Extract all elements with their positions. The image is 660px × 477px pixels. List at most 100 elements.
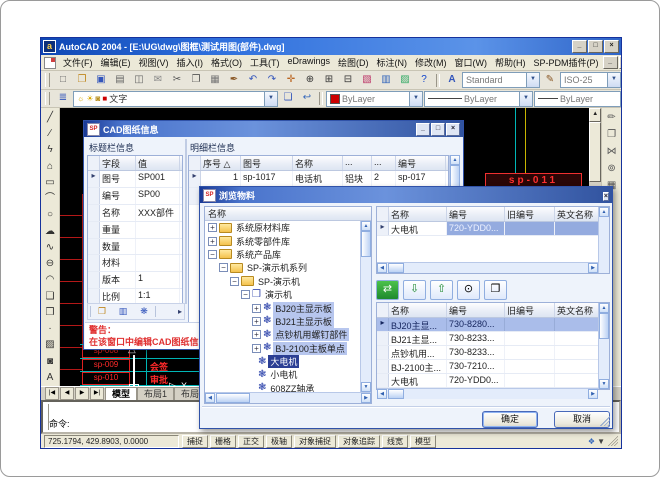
chevron-down-icon[interactable]: ▼: [519, 92, 532, 106]
column-header-5[interactable]: 编号: [396, 156, 446, 170]
expand-icon[interactable]: +: [208, 223, 217, 232]
zoom-realtime-icon[interactable]: ⊕: [301, 72, 319, 89]
tree-item-0[interactable]: +系统原材料库: [205, 221, 360, 234]
column-header-3[interactable]: 英文名称: [555, 303, 598, 317]
selected-table-vscrollbar[interactable]: ▲: [598, 207, 609, 273]
column-header-0[interactable]: 名称: [389, 303, 447, 317]
toggle-线宽[interactable]: 线宽: [382, 435, 408, 448]
field-row-4[interactable]: 数量: [88, 239, 182, 256]
plot-preview-icon[interactable]: ◫: [130, 72, 148, 89]
help-icon[interactable]: ?: [415, 72, 433, 89]
dim-style-combo[interactable]: ISO-25 ▼: [560, 72, 621, 88]
tab-布局1[interactable]: 布局1: [137, 387, 174, 400]
expand-icon[interactable]: +: [252, 344, 261, 353]
result-row-0[interactable]: ▸大电机720-YDD0...: [377, 222, 598, 236]
expand-icon[interactable]: +: [252, 304, 261, 313]
tree-item-6[interactable]: +❃BJ20主显示板: [205, 301, 360, 314]
mirror-icon[interactable]: ⋈: [603, 144, 621, 161]
layers-icon[interactable]: ≣: [54, 90, 72, 107]
rectangle-icon[interactable]: ▭: [41, 175, 59, 191]
expand-icon[interactable]: +: [252, 330, 261, 339]
lineweight-combo[interactable]: ByLayer: [534, 91, 621, 107]
pan-icon[interactable]: ✛: [282, 72, 300, 89]
chevron-down-icon[interactable]: ▼: [264, 92, 277, 106]
polyline-icon[interactable]: ϟ: [41, 142, 59, 158]
zoom-window-icon[interactable]: ⊞: [320, 72, 338, 89]
resize-grip[interactable]: [608, 436, 618, 446]
tree-item-10[interactable]: ❃大电机: [205, 355, 360, 368]
tab-模型[interactable]: 模型: [105, 387, 137, 400]
comm-center-icon[interactable]: ❖: [588, 437, 595, 446]
field-row-2[interactable]: 名称XXX部件: [88, 205, 182, 222]
maximize-button[interactable]: □: [588, 40, 603, 53]
circle-icon[interactable]: ○: [41, 207, 59, 223]
copy-object-icon[interactable]: ❐: [603, 127, 621, 144]
column-header-3[interactable]: 英文名称: [555, 207, 598, 221]
panel-splitter[interactable]: [185, 139, 187, 304]
designcenter-icon[interactable]: ▥: [377, 72, 395, 89]
tree-item-12[interactable]: ❃608ZZ轴承: [205, 382, 360, 392]
column-header-0[interactable]: 名称: [389, 207, 447, 221]
menu-item-4[interactable]: 格式(O): [207, 55, 246, 70]
tree-vscrollbar[interactable]: ▲ ▼: [360, 221, 371, 392]
search-button[interactable]: ⊙: [457, 280, 480, 300]
arc-icon[interactable]: ⌒: [41, 191, 59, 207]
menu-item-9[interactable]: 修改(M): [411, 55, 451, 70]
menu-item-8[interactable]: 标注(N): [373, 55, 412, 70]
tab-nav-1[interactable]: ◀: [60, 387, 74, 400]
ellipse-arc-icon[interactable]: ◠: [41, 272, 59, 288]
material-row-3[interactable]: BJ-2100主...730-7210...: [377, 360, 598, 374]
scrollbar-thumb[interactable]: [599, 313, 609, 339]
dbconnect-icon[interactable]: ▨: [396, 72, 414, 89]
scrollbar-thumb[interactable]: [589, 122, 601, 182]
scroll-up-icon[interactable]: ▲: [599, 207, 609, 217]
save-icon[interactable]: ▣: [92, 72, 110, 89]
collapse-icon[interactable]: −: [241, 290, 250, 299]
column-header-2[interactable]: 旧编号: [505, 303, 555, 317]
menu-item-7[interactable]: 绘图(D): [334, 55, 373, 70]
toolbar-grip[interactable]: [45, 73, 50, 87]
settings-icon[interactable]: ❋: [135, 304, 153, 320]
move-down-button[interactable]: ⇩: [403, 280, 426, 300]
layer-previous-icon[interactable]: ↩: [298, 90, 316, 107]
ok-button[interactable]: 确定: [482, 411, 538, 428]
column-header-4[interactable]: ...: [372, 156, 396, 170]
mtext-icon[interactable]: A: [41, 370, 59, 386]
column-header-1[interactable]: 编号: [447, 207, 505, 221]
field-row-6[interactable]: 版本1: [88, 272, 182, 289]
text-style-combo[interactable]: Standard ▼: [462, 72, 540, 88]
erase-icon[interactable]: ✏: [603, 110, 621, 127]
scroll-left-icon[interactable]: ◀: [377, 389, 387, 399]
copy-icon[interactable]: ❐: [187, 72, 205, 89]
new-icon[interactable]: □: [54, 72, 72, 89]
collapse-icon[interactable]: −: [230, 277, 239, 286]
column-header-2[interactable]: 名称: [293, 156, 343, 170]
transfer-button[interactable]: ⇄: [376, 280, 399, 300]
tree-item-4[interactable]: −SP-演示机: [205, 275, 360, 288]
dialog-resize-grip[interactable]: [600, 416, 610, 426]
scrollbar-thumb[interactable]: [388, 263, 404, 273]
chevron-down-icon[interactable]: ▼: [607, 73, 620, 87]
scroll-up-icon[interactable]: ▲: [589, 108, 601, 122]
column-header-1[interactable]: 值: [136, 156, 180, 170]
revcloud-icon[interactable]: ☁: [41, 224, 59, 240]
doc-restore-button[interactable]: ❐: [619, 56, 621, 69]
ellipse-icon[interactable]: ⊖: [41, 256, 59, 272]
document-icon[interactable]: [44, 57, 56, 69]
scroll-right-icon[interactable]: ▶: [588, 389, 598, 399]
tab-nav-0[interactable]: |◀: [45, 387, 59, 400]
column-header-1[interactable]: 编号: [447, 303, 505, 317]
cut-icon[interactable]: ✂: [168, 72, 186, 89]
scroll-up-icon[interactable]: ▲: [599, 303, 609, 313]
toolbar-grip[interactable]: [45, 92, 50, 106]
menu-item-5[interactable]: 工具(T): [246, 55, 284, 70]
column-header-3[interactable]: ...: [343, 156, 372, 170]
scrollbar-thumb[interactable]: [388, 389, 404, 399]
open-icon[interactable]: ❐: [73, 72, 91, 89]
scroll-down-icon[interactable]: ▼: [361, 382, 371, 392]
hatch-icon[interactable]: ▨: [41, 337, 59, 353]
material-row-1[interactable]: BJ21主显...730-8233...: [377, 332, 598, 346]
material-row-2[interactable]: 点钞机用...730-8233...: [377, 346, 598, 360]
toggle-正交[interactable]: 正交: [238, 435, 264, 448]
dialog-close-button[interactable]: ×: [603, 192, 609, 201]
